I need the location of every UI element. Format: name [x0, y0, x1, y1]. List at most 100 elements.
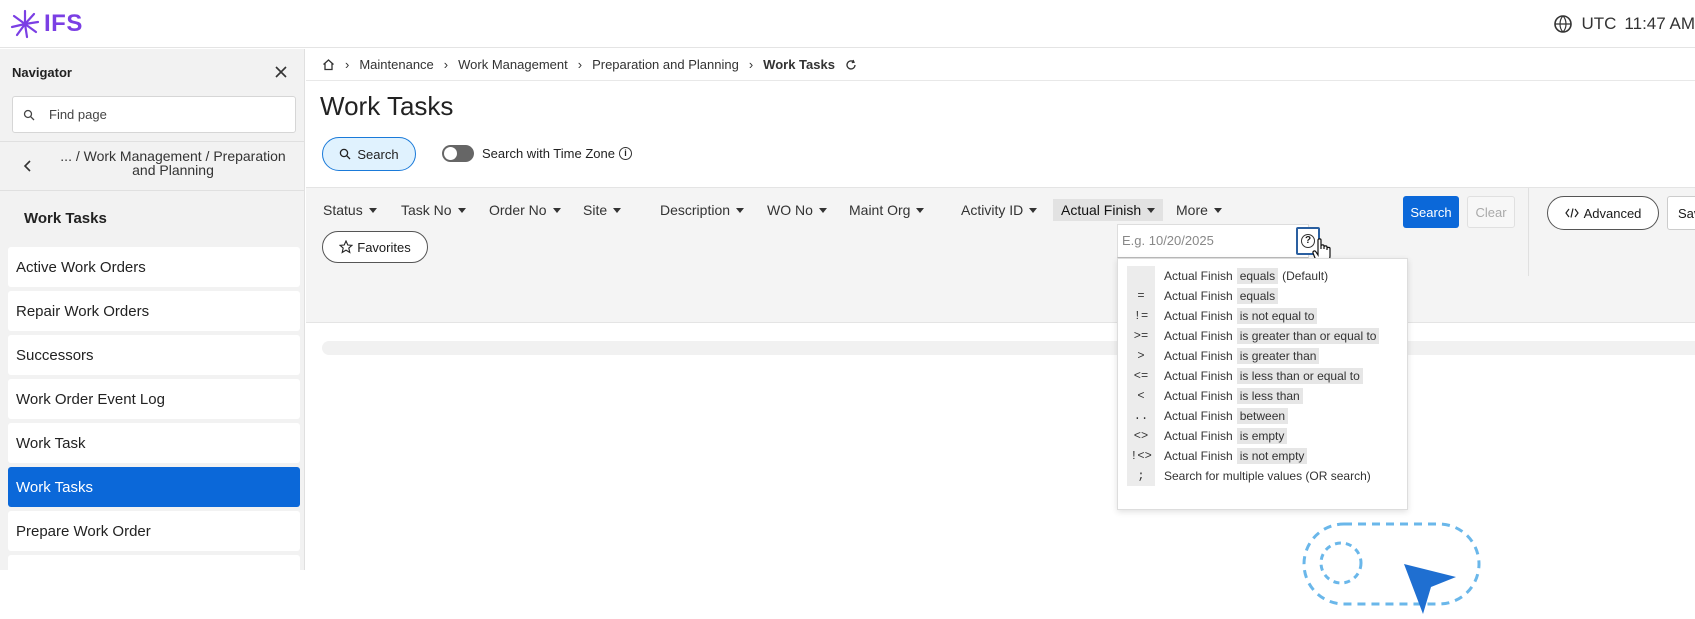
- operator-not-equal[interactable]: != Actual Finish is not equal to: [1118, 306, 1409, 326]
- nav-item-work-task[interactable]: Work Task: [8, 423, 300, 463]
- operator-between[interactable]: .. Actual Finish between: [1118, 406, 1409, 426]
- page-title: Work Tasks: [320, 91, 454, 121]
- operator-equals[interactable]: = Actual Finish equals: [1118, 286, 1409, 306]
- breadcrumb-current: Work Tasks: [763, 57, 835, 72]
- navigator-crumb-text: ... / Work Management / Preparation and …: [60, 148, 286, 178]
- caret-down-icon: [457, 207, 466, 213]
- actual-finish-input[interactable]: [1122, 233, 1282, 248]
- operator-symbol: <: [1127, 386, 1155, 406]
- operator-less-equal[interactable]: <= Actual Finish is less than or equal t…: [1118, 366, 1409, 386]
- caret-down-icon: [1147, 207, 1156, 213]
- chevron-left-icon[interactable]: [20, 158, 36, 174]
- operator-symbol: <=: [1127, 366, 1155, 386]
- operator-symbol: >: [1127, 346, 1155, 366]
- breadcrumb-separator: ›: [443, 57, 449, 72]
- close-icon[interactable]: [272, 63, 290, 81]
- caret-down-icon: [368, 207, 377, 213]
- nav-item-work-tasks[interactable]: Work Tasks: [8, 467, 300, 507]
- search-toggle-label: Search: [357, 146, 399, 162]
- divider: [1528, 188, 1529, 276]
- operator-help-popup: Actual Finish equals (Default) = Actual …: [1117, 258, 1408, 510]
- caret-down-icon: [916, 207, 925, 213]
- operator-symbol: <>: [1127, 426, 1155, 446]
- nav-item-successors[interactable]: Successors: [8, 335, 300, 375]
- caret-down-icon: [818, 207, 827, 213]
- refresh-icon[interactable]: [845, 59, 857, 71]
- navigator-title: Navigator: [12, 65, 72, 80]
- favorites-button[interactable]: Favorites: [322, 231, 428, 263]
- navigator-panel: Navigator ... / Work Management / Prepar…: [0, 49, 305, 575]
- breadcrumb-separator: ›: [577, 57, 583, 72]
- globe-clock-icon: [1554, 15, 1573, 33]
- operator-symbol: !<>: [1127, 446, 1155, 466]
- operator-greater[interactable]: > Actual Finish is greater than: [1118, 346, 1409, 366]
- timezone-toggle[interactable]: [442, 145, 474, 162]
- operator-is-empty[interactable]: <> Actual Finish is empty: [1118, 426, 1409, 446]
- navigator-crumb[interactable]: ... / Work Management / Preparation and …: [0, 141, 305, 191]
- operator-symbol: =: [1127, 286, 1155, 306]
- nav-item-prepare-work-order[interactable]: Prepare Work Order: [8, 511, 300, 551]
- nav-item-work-order-event-log[interactable]: Work Order Event Log: [8, 379, 300, 419]
- caret-down-icon: [552, 207, 561, 213]
- breadcrumb-divider: [306, 80, 1695, 81]
- filter-more[interactable]: More: [1176, 199, 1222, 221]
- empty-state-illustration: [1302, 522, 1481, 614]
- breadcrumb-preparation-planning[interactable]: Preparation and Planning: [592, 57, 739, 72]
- filter-clear-button[interactable]: Clear: [1467, 196, 1515, 228]
- search-icon: [23, 109, 35, 120]
- operator-symbol: >=: [1127, 326, 1155, 346]
- grid-placeholder: [322, 341, 1695, 355]
- timezone-toggle-label: Search with Time Zone: [482, 146, 615, 161]
- operator-symbol: [1127, 266, 1155, 286]
- timezone-label: UTC: [1581, 14, 1617, 33]
- operator-default[interactable]: Actual Finish equals (Default): [1118, 266, 1409, 286]
- operator-less[interactable]: < Actual Finish is less than: [1118, 386, 1409, 406]
- operator-greater-equal[interactable]: >= Actual Finish is greater than or equa…: [1118, 326, 1409, 346]
- operator-symbol: !=: [1127, 306, 1155, 326]
- search-toggle-button[interactable]: Search: [322, 137, 416, 171]
- caret-down-icon: [1029, 207, 1038, 213]
- ifs-logo-icon: [10, 9, 40, 39]
- navigator-search[interactable]: [12, 96, 296, 133]
- clock-area[interactable]: UTC 11:47 AM: [1553, 14, 1695, 34]
- operator-symbol: ..: [1127, 406, 1155, 426]
- filter-actual-finish[interactable]: Actual Finish: [1053, 199, 1164, 221]
- filter-search-button[interactable]: Search: [1403, 196, 1459, 228]
- code-icon: [1564, 208, 1579, 218]
- advanced-label: Advanced: [1583, 205, 1642, 221]
- filter-task-no[interactable]: Task No: [401, 199, 466, 221]
- filter-bar: Status Task No Order No Site Description…: [306, 187, 1695, 323]
- breadcrumb: › Maintenance › Work Management › Prepar…: [322, 57, 857, 72]
- search-icon: [340, 148, 351, 160]
- filter-site[interactable]: Site: [583, 199, 622, 221]
- caret-down-icon: [736, 207, 745, 213]
- star-icon: [339, 240, 354, 254]
- find-page-input[interactable]: [49, 107, 269, 122]
- operator-is-not-empty[interactable]: !<> Actual Finish is not empty: [1118, 446, 1409, 466]
- filter-wo-no[interactable]: WO No: [767, 199, 827, 221]
- filter-maint-org[interactable]: Maint Org: [849, 199, 925, 221]
- nav-item-repair-work-orders[interactable]: Repair Work Orders: [8, 291, 300, 331]
- home-icon[interactable]: [322, 58, 335, 71]
- logo-text: IFS: [44, 10, 83, 37]
- filter-order-no[interactable]: Order No: [489, 199, 561, 221]
- nav-item-active-work-orders[interactable]: Active Work Orders: [8, 247, 300, 287]
- ifs-logo[interactable]: IFS: [10, 9, 83, 39]
- save-button[interactable]: Save: [1667, 196, 1695, 230]
- operator-or-search[interactable]: ; Search for multiple values (OR search): [1118, 466, 1409, 486]
- filter-status[interactable]: Status: [323, 199, 377, 221]
- nav-item-partial[interactable]: [8, 555, 300, 575]
- breadcrumb-work-management[interactable]: Work Management: [458, 57, 568, 72]
- info-icon[interactable]: i: [618, 147, 632, 160]
- advanced-button[interactable]: Advanced: [1547, 196, 1659, 230]
- main-content: › Maintenance › Work Management › Prepar…: [306, 49, 1695, 614]
- caret-down-icon: [1213, 207, 1222, 213]
- breadcrumb-maintenance[interactable]: Maintenance: [359, 57, 433, 72]
- breadcrumb-separator: ›: [748, 57, 754, 72]
- timezone-toggle-label-wrap: Search with Time Zone i: [482, 146, 632, 161]
- filter-activity-id[interactable]: Activity ID: [961, 199, 1038, 221]
- caret-down-icon: [613, 207, 622, 213]
- top-bar: IFS UTC 11:47 AM: [0, 0, 1695, 48]
- navigator-section-title: Work Tasks: [24, 210, 107, 227]
- filter-description[interactable]: Description: [660, 199, 745, 221]
